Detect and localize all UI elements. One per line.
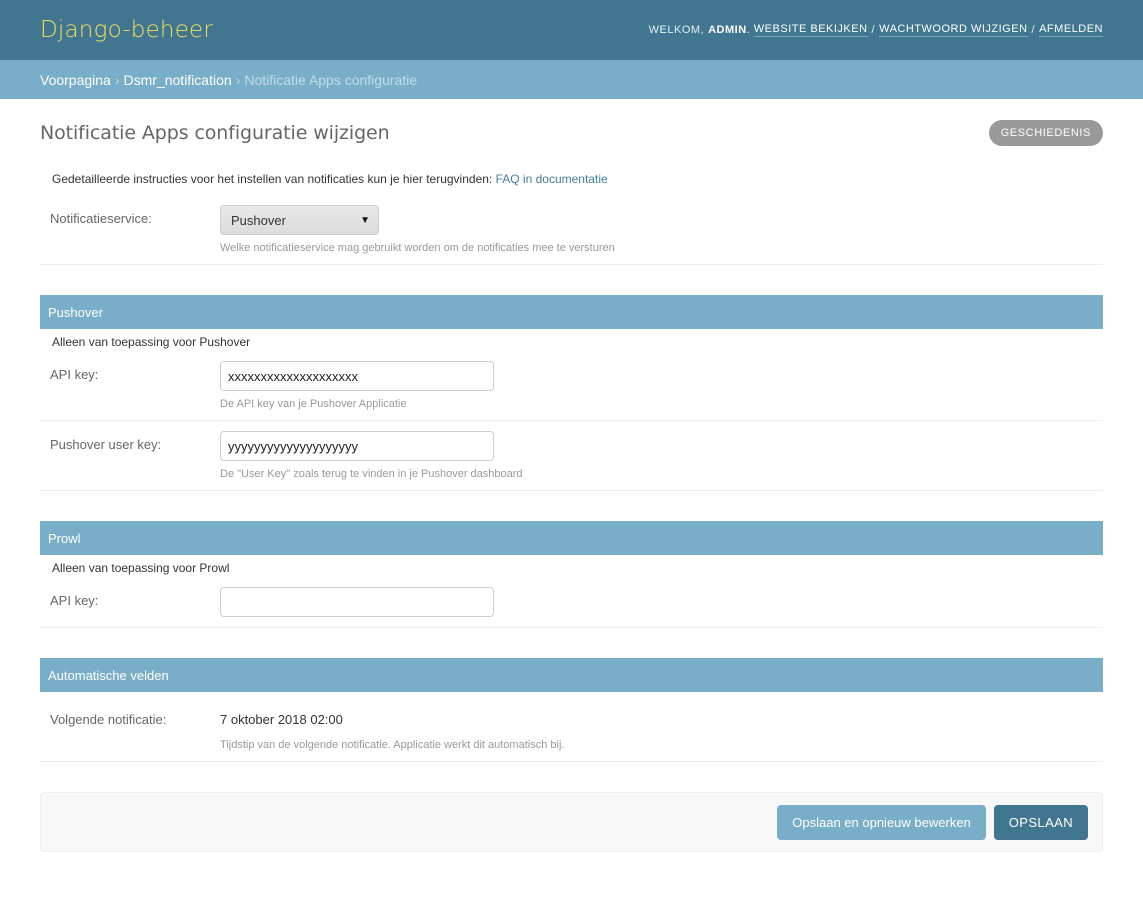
form-row-next-notification: Volgende notificatie: 7 oktober 2018 02:… <box>40 692 1103 762</box>
next-notification-label: Volgende notificatie: <box>50 712 167 727</box>
pushover-user-key-help: De "User Key" zoals terug te vinden in j… <box>220 468 523 480</box>
notification-service-select[interactable]: Pushover ▼ <box>220 205 379 235</box>
header: Django-beheer Welkom, admin . Website be… <box>0 0 1143 60</box>
pushover-header: Pushover <box>40 295 1103 329</box>
separator: / <box>871 24 876 36</box>
breadcrumb-separator: › <box>235 71 241 88</box>
intro-text: Gedetailleerde instructies voor het inst… <box>40 171 1103 195</box>
fieldset-prowl: Prowl Alleen van toepassing voor Prowl A… <box>40 521 1103 628</box>
breadcrumb-home[interactable]: Voorpagina <box>40 72 111 88</box>
prowl-api-key-label: API key: <box>50 593 99 608</box>
intro-description: Gedetailleerde instructies voor het inst… <box>52 172 496 186</box>
main-content: Notificatie Apps configuratie wijzigen G… <box>0 99 1143 852</box>
pushover-api-key-value: xxxxxxxxxxxxxxxxxxxx <box>228 368 358 384</box>
pushover-description: Alleen van toepassing voor Pushover <box>52 335 251 349</box>
notification-service-label: Notificatieservice: <box>50 211 152 226</box>
breadcrumb-separator: › <box>114 71 120 88</box>
save-button[interactable]: Opslaan <box>993 804 1088 840</box>
username: admin <box>708 24 747 36</box>
separator: / <box>1031 24 1036 36</box>
breadcrumb-app[interactable]: Dsmr_notification <box>124 72 232 88</box>
breadcrumb-current: Notificatie Apps configuratie <box>244 71 418 88</box>
fieldset-pushover: Pushover Alleen van toepassing voor Push… <box>40 295 1103 491</box>
prowl-description: Alleen van toepassing voor Prowl <box>52 561 230 575</box>
fieldset-automatic: Automatische velden Volgende notificatie… <box>40 658 1103 762</box>
site-branding[interactable]: Django-beheer <box>40 17 213 43</box>
form-row-prowl-api-key: API key: <box>40 577 1103 628</box>
form-row-notification-service: Notificatieservice: Pushover ▼ Welke not… <box>40 195 1103 265</box>
next-notification-help: Tijdstip van de volgende notificatie. Ap… <box>220 739 565 751</box>
page-title: Notificatie Apps configuratie wijzigen <box>40 122 390 144</box>
notification-service-value: Pushover <box>231 212 286 228</box>
pushover-user-key-value: yyyyyyyyyyyyyyyyyyyy <box>228 438 358 454</box>
faq-link[interactable]: FAQ in documentatie <box>496 172 608 186</box>
prowl-header: Prowl <box>40 521 1103 555</box>
pushover-api-key-label: API key: <box>50 367 99 382</box>
logout-link[interactable]: Afmelden <box>1039 23 1103 37</box>
pushover-api-key-input[interactable]: xxxxxxxxxxxxxxxxxxxx <box>220 361 494 391</box>
pushover-user-key-label: Pushover user key: <box>50 437 162 452</box>
pushover-user-key-input[interactable]: yyyyyyyyyyyyyyyyyyyy <box>220 431 494 461</box>
next-notification-value: 7 oktober 2018 02:00 <box>220 712 343 727</box>
pushover-api-key-help: De API key van je Pushover Applicatie <box>220 398 407 410</box>
user-tools: Welkom, admin . Website bekijken / Wacht… <box>648 23 1103 37</box>
chevron-down-icon: ▼ <box>360 214 370 226</box>
save-and-continue-button[interactable]: Opslaan en opnieuw bewerken <box>777 804 986 840</box>
form-row-pushover-api-key: API key: xxxxxxxxxxxxxxxxxxxx De API key… <box>40 351 1103 421</box>
view-site-link[interactable]: Website bekijken <box>753 23 868 37</box>
change-password-link[interactable]: Wachtwoord wijzigen <box>879 23 1028 37</box>
submit-row: Opslaan en opnieuw bewerken Opslaan <box>40 792 1103 852</box>
history-button[interactable]: Geschiedenis <box>988 120 1103 146</box>
automatic-header: Automatische velden <box>40 658 1103 692</box>
form-row-pushover-user-key: Pushover user key: yyyyyyyyyyyyyyyyyyyy … <box>40 421 1103 491</box>
title-row: Notificatie Apps configuratie wijzigen G… <box>40 99 1103 167</box>
notification-service-help: Welke notificatieservice mag gebruikt wo… <box>220 242 615 254</box>
breadcrumb: Voorpagina › Dsmr_notification › Notific… <box>0 60 1143 99</box>
prowl-api-key-input[interactable] <box>220 587 494 617</box>
welcome-text: Welkom, <box>648 24 705 36</box>
